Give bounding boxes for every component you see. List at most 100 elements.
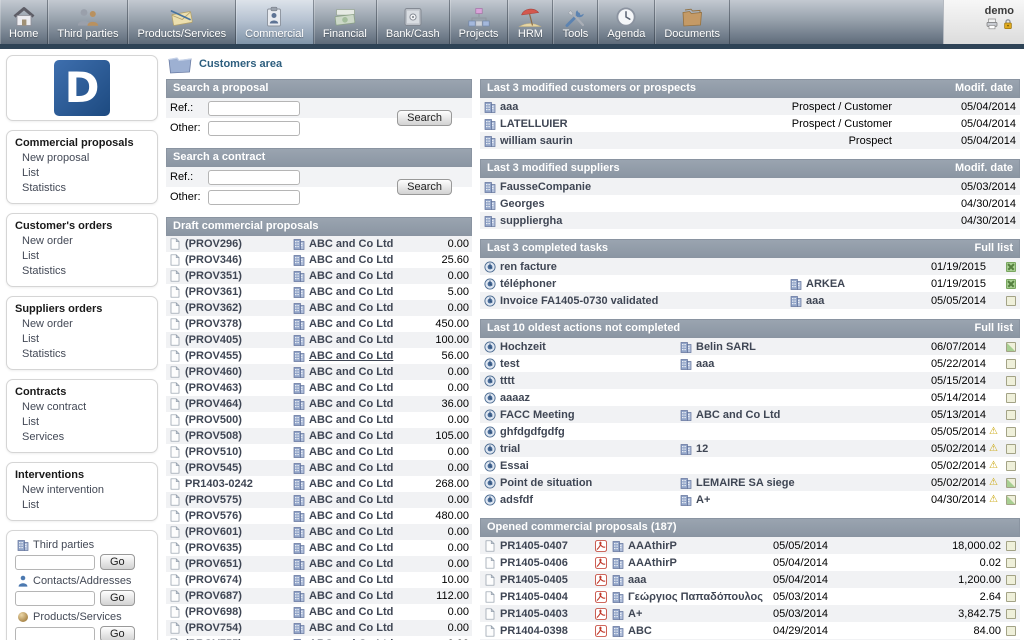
search-button[interactable]: Search <box>397 110 452 126</box>
print-icon[interactable] <box>986 18 998 30</box>
proposal-ref-link[interactable]: (PROV508) <box>185 430 242 442</box>
proposal-ref-link[interactable]: (PROV455) <box>185 350 242 362</box>
proposal-ref-link[interactable]: (PROV698) <box>185 606 242 618</box>
sidebar-menu-item[interactable]: List <box>15 498 151 513</box>
go-button[interactable]: Go <box>100 590 135 606</box>
company-link[interactable]: ABC and Co Ltd <box>309 574 393 586</box>
proposal-ref-link[interactable]: PR1404-0398 <box>500 625 568 637</box>
customer-link[interactable]: LATELLUIER <box>500 118 568 130</box>
proposal-ref-link[interactable]: (PROV460) <box>185 366 242 378</box>
company-link[interactable]: ABC and Co Ltd <box>309 398 393 410</box>
other-input[interactable] <box>208 121 300 136</box>
sidebar-menu-item[interactable]: List <box>15 166 151 181</box>
proposal-ref-link[interactable]: (PROV687) <box>185 590 242 602</box>
company-link[interactable]: ABC and Co Ltd <box>309 286 393 298</box>
proposal-ref-link[interactable]: PR1403-0242 <box>185 478 253 490</box>
pdf-icon[interactable] <box>595 540 607 552</box>
sidebar-menu-item[interactable]: New proposal <box>15 151 151 166</box>
proposal-ref-link[interactable]: (PROV510) <box>185 446 242 458</box>
proposal-ref-link[interactable]: (PROV362) <box>185 302 242 314</box>
company-link[interactable]: ABC and Co Ltd <box>309 302 393 314</box>
action-link[interactable]: test <box>500 358 520 370</box>
company-link[interactable]: ABC and Co Ltd <box>309 526 393 538</box>
company-link[interactable]: ABC and Co Ltd <box>309 494 393 506</box>
company-link[interactable]: aaa <box>696 358 714 370</box>
proposal-ref-link[interactable]: PR1405-0405 <box>500 574 568 586</box>
logout-lock-icon[interactable] <box>1002 18 1014 30</box>
nav-tab[interactable]: Products/Services <box>128 0 236 44</box>
sidebar-search-input[interactable] <box>15 591 95 606</box>
company-link[interactable]: ABC and Co Ltd <box>309 318 393 330</box>
proposal-ref-link[interactable]: (PROV405) <box>185 334 242 346</box>
sidebar-menu-title[interactable]: Commercial proposals <box>15 137 151 149</box>
sidebar-menu-item[interactable]: Statistics <box>15 181 151 196</box>
supplier-link[interactable]: FausseCompanie <box>500 181 591 193</box>
nav-tab[interactable]: Agenda <box>598 0 655 44</box>
task-link[interactable]: téléphoner <box>500 278 556 290</box>
action-link[interactable]: aaaaz <box>500 392 530 404</box>
sidebar-menu-item[interactable]: List <box>15 415 151 430</box>
sidebar-menu-item[interactable]: List <box>15 332 151 347</box>
action-link[interactable]: ghfdgdfgdfg <box>500 426 565 438</box>
sidebar-menu-title[interactable]: Contracts <box>15 386 151 398</box>
sidebar-search-input[interactable] <box>15 627 95 640</box>
go-button[interactable]: Go <box>100 626 135 640</box>
proposal-ref-link[interactable]: (PROV754) <box>185 622 242 634</box>
company-link[interactable]: Γεώργιος Παπαδόπουλος <box>628 591 763 603</box>
company-link[interactable]: ABC and Co Ltd <box>309 462 393 474</box>
task-link[interactable]: Invoice FA1405-0730 validated <box>500 295 658 307</box>
proposal-ref-link[interactable]: (PROV576) <box>185 510 242 522</box>
action-link[interactable]: adsfdf <box>500 494 533 506</box>
ref-input[interactable] <box>208 101 300 116</box>
company-link[interactable]: ABC and Co Ltd <box>309 382 393 394</box>
company-link[interactable]: ABC and Co Ltd <box>309 558 393 570</box>
action-link[interactable]: Hochzeit <box>500 341 546 353</box>
action-link[interactable]: trial <box>500 443 520 455</box>
proposal-ref-link[interactable]: (PROV464) <box>185 398 242 410</box>
proposal-ref-link[interactable]: PR1405-0406 <box>500 557 568 569</box>
sidebar-menu-item[interactable]: New intervention <box>15 483 151 498</box>
proposal-ref-link[interactable]: (PROV575) <box>185 494 242 506</box>
search-button[interactable]: Search <box>397 179 452 195</box>
supplier-link[interactable]: suppliergha <box>500 215 562 227</box>
company-link[interactable]: ABC and Co Ltd <box>309 478 393 490</box>
company-link[interactable]: ABC and Co Ltd <box>309 270 393 282</box>
proposal-ref-link[interactable]: (PROV361) <box>185 286 242 298</box>
company-link[interactable]: ABC and Co Ltd <box>309 542 393 554</box>
proposal-ref-link[interactable]: (PROV351) <box>185 270 242 282</box>
sidebar-menu-item[interactable]: Statistics <box>15 264 151 279</box>
proposal-ref-link[interactable]: (PROV601) <box>185 526 242 538</box>
ref-input[interactable] <box>208 170 300 185</box>
proposal-ref-link[interactable]: PR1405-0407 <box>500 540 568 552</box>
company-link[interactable]: Belin SARL <box>696 341 756 353</box>
proposal-ref-link[interactable]: (PROV500) <box>185 414 242 426</box>
pdf-icon[interactable] <box>595 625 607 637</box>
nav-tab[interactable]: HRM <box>508 0 553 44</box>
customer-link[interactable]: aaa <box>500 101 518 113</box>
company-link[interactable]: ARKEA <box>806 278 845 290</box>
company-link[interactable]: LEMAIRE SA siege <box>696 477 795 489</box>
proposal-ref-link[interactable]: (PROV463) <box>185 382 242 394</box>
sidebar-menu-item[interactable]: Statistics <box>15 347 151 362</box>
nav-tab[interactable]: Documents <box>655 0 730 44</box>
nav-tab[interactable]: Financial <box>314 0 377 44</box>
proposal-ref-link[interactable]: PR1405-0403 <box>500 608 568 620</box>
pdf-icon[interactable] <box>595 574 607 586</box>
company-link[interactable]: 12 <box>696 443 708 455</box>
nav-tab[interactable]: Commercial <box>236 0 314 44</box>
company-link[interactable]: ABC and Co Ltd <box>309 366 393 378</box>
company-link[interactable]: ABC <box>628 625 652 637</box>
proposal-ref-link[interactable]: (PROV635) <box>185 542 242 554</box>
company-link[interactable]: ABC and Co Ltd <box>696 409 780 421</box>
company-link[interactable]: A+ <box>628 608 642 620</box>
company-link[interactable]: ABC and Co Ltd <box>309 510 393 522</box>
company-link[interactable]: ABC and Co Ltd <box>309 238 393 250</box>
action-link[interactable]: Essai <box>500 460 529 472</box>
company-link[interactable]: ABC and Co Ltd <box>309 606 393 618</box>
pdf-icon[interactable] <box>595 591 607 603</box>
company-link[interactable]: ABC and Co Ltd <box>309 350 393 362</box>
pdf-icon[interactable] <box>595 557 607 569</box>
proposal-ref-link[interactable]: (PROV296) <box>185 238 242 250</box>
go-button[interactable]: Go <box>100 554 135 570</box>
sidebar-search-input[interactable] <box>15 555 95 570</box>
